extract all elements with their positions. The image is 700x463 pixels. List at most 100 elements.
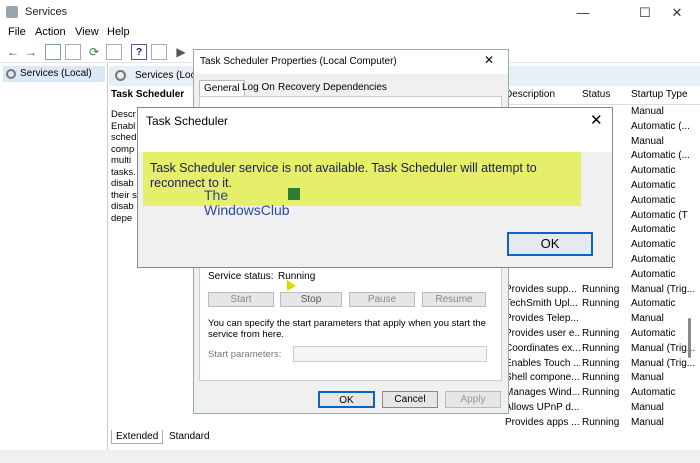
row-startup-type: Manual: [631, 135, 664, 147]
row-description: Allows UPnP d...: [505, 402, 580, 413]
row-description: Provides apps ...: [505, 416, 580, 428]
row-status: Running: [582, 283, 620, 295]
status-bar: [0, 450, 700, 463]
row-startup-type: Automatic: [631, 165, 676, 177]
table-row[interactable]: Provides Telep... Manual: [502, 312, 700, 327]
services-list-header: Description Status Startup Type: [502, 85, 700, 105]
column-startup-type[interactable]: Startup Type: [631, 89, 688, 100]
table-row[interactable]: Provides apps ... Running Manual: [502, 416, 700, 431]
play-icon[interactable]: ▶: [173, 44, 189, 60]
row-startup-type: Manual (Trig...: [631, 283, 696, 295]
row-startup-type: Automatic: [631, 239, 676, 251]
table-row[interactable]: Coordinates ex... Running Manual (Trig...: [502, 342, 700, 357]
start-button[interactable]: Start: [208, 292, 274, 307]
row-startup-type: Automatic: [631, 268, 676, 280]
table-row[interactable]: Allows UPnP d... Manual: [502, 401, 700, 416]
row-startup-type: Automatic (...: [631, 120, 690, 132]
menu-file[interactable]: File: [8, 26, 26, 38]
message-ok-button[interactable]: OK: [507, 232, 593, 256]
vertical-scrollbar[interactable]: [688, 318, 691, 358]
message-close-icon[interactable]: ✕: [590, 111, 603, 129]
pause-button[interactable]: Pause: [349, 292, 415, 307]
start-parameters-hint: You can specify the start parameters tha…: [208, 318, 486, 340]
row-description: TechSmith Upl...: [505, 298, 578, 310]
row-status: Running: [582, 416, 620, 428]
row-startup-type: Automatic: [631, 194, 676, 206]
table-row[interactable]: TechSmith Upl... Running Automatic: [502, 297, 700, 312]
tab-standard[interactable]: Standard: [165, 430, 214, 444]
service-status-label: Service status:: [208, 271, 274, 282]
gear-icon: [115, 70, 126, 81]
selected-service-name: Task Scheduler: [111, 89, 185, 100]
row-startup-type: Automatic (...: [631, 150, 690, 162]
cancel-button[interactable]: Cancel: [382, 391, 438, 408]
console-tree: Services (Local): [0, 63, 108, 451]
row-description: Coordinates ex...: [505, 342, 580, 354]
row-startup-type: Manual: [631, 372, 664, 384]
stop-button[interactable]: Stop: [280, 292, 342, 307]
resume-button[interactable]: Resume: [422, 292, 486, 307]
table-row[interactable]: Enables Touch ... Running Manual (Trig...: [502, 357, 700, 372]
tree-item-services-local[interactable]: Services (Local): [3, 66, 105, 82]
menu-view[interactable]: View: [75, 26, 99, 38]
error-message-box: Task Scheduler ✕ Task Scheduler service …: [137, 107, 613, 268]
row-startup-type: Automatic: [631, 387, 676, 399]
properties-title: Task Scheduler Properties (Local Compute…: [200, 56, 397, 67]
apply-button[interactable]: Apply: [445, 391, 501, 408]
gear-icon: [6, 69, 16, 79]
row-description: Provides Telep...: [505, 313, 579, 325]
table-row[interactable]: Manages Wind... Running Automatic: [502, 386, 700, 401]
table-row[interactable]: Provides user e... Running Automatic: [502, 327, 700, 342]
export-icon[interactable]: [106, 44, 122, 60]
row-description: Manages Wind...: [505, 387, 580, 399]
view-tabs: Extended Standard: [109, 430, 309, 445]
close-button[interactable]: ✕: [654, 0, 700, 25]
title-bar: Services — ☐ ✕: [0, 0, 700, 25]
row-startup-type: Manual: [631, 106, 664, 117]
tab-dependencies[interactable]: Dependencies: [319, 80, 391, 96]
list-view-icon[interactable]: [65, 44, 81, 60]
help-icon[interactable]: ?: [131, 44, 147, 60]
row-startup-type: Automatic: [631, 180, 676, 191]
menu-help[interactable]: Help: [107, 26, 130, 38]
row-status: Running: [582, 387, 620, 399]
row-status: Running: [582, 298, 620, 310]
ok-button[interactable]: OK: [318, 391, 375, 408]
row-status: Running: [582, 328, 620, 339]
row-description: Enables Touch ...: [505, 357, 580, 369]
table-row[interactable]: Shell compone... Running Manual: [502, 371, 700, 386]
window-title: Services: [25, 6, 68, 18]
row-startup-type: Manual (Trig...: [631, 357, 696, 369]
row-startup-type: Automatic: [631, 224, 676, 236]
start-parameters-label: Start parameters:: [208, 349, 282, 360]
row-status: Running: [582, 342, 620, 354]
table-row[interactable]: Automatic: [502, 268, 700, 283]
row-status: Running: [582, 357, 620, 369]
watermark-logo: The WindowsClub: [204, 188, 290, 218]
tab-extended[interactable]: Extended: [111, 430, 164, 444]
row-status: Running: [582, 372, 620, 384]
column-description[interactable]: Description: [505, 89, 555, 100]
console-tree-icon[interactable]: [45, 44, 61, 60]
properties-close-icon[interactable]: ✕: [484, 53, 494, 67]
row-startup-type: Automatic: [631, 298, 676, 310]
tab-recovery[interactable]: Recovery: [274, 80, 324, 96]
back-arrow-icon[interactable]: ←: [5, 44, 21, 60]
row-description: Provides user e...: [505, 328, 580, 339]
minimize-button[interactable]: —: [560, 0, 606, 25]
refresh-icon[interactable]: ⟳: [86, 44, 102, 60]
properties-icon[interactable]: [151, 44, 167, 60]
column-status[interactable]: Status: [582, 89, 610, 100]
row-description: Provides supp...: [505, 283, 577, 295]
start-parameters-input[interactable]: [293, 346, 487, 362]
tab-log-on[interactable]: Log On: [238, 80, 279, 96]
watermark-line-1: The: [204, 187, 229, 203]
forward-arrow-icon[interactable]: →: [23, 44, 39, 60]
row-startup-type: Automatic: [631, 254, 676, 265]
windows-club-logo-icon: [288, 188, 300, 200]
row-startup-type: Automatic (T: [631, 209, 688, 221]
row-description: Shell compone...: [505, 372, 580, 384]
row-startup-type: Manual: [631, 402, 664, 413]
table-row[interactable]: Provides supp... Running Manual (Trig...: [502, 283, 700, 298]
menu-action[interactable]: Action: [35, 26, 66, 38]
